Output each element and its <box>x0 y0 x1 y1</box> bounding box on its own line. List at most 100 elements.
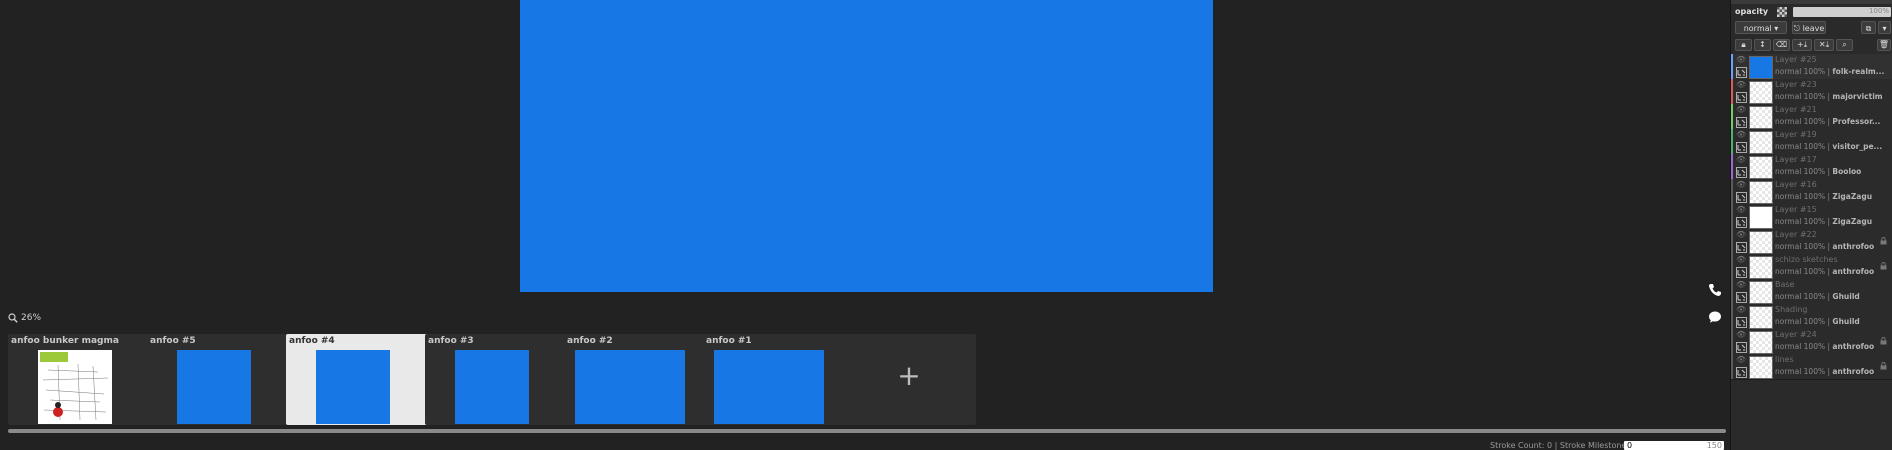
layer-row[interactable]: 👁︎ Layer #21 normal 100% | Professor... <box>1731 104 1892 130</box>
layer-mode: normal 100% | <box>1775 267 1831 276</box>
zoom-indicator[interactable]: 26% <box>8 313 41 323</box>
eye-icon[interactable]: 👁︎ <box>1736 356 1746 364</box>
layer-name: Layer #19 <box>1775 130 1817 139</box>
eye-icon[interactable]: 👁︎ <box>1736 106 1746 114</box>
eraser-icon: ⌫ <box>1775 40 1788 49</box>
layer-mode: normal 100% | <box>1775 67 1831 76</box>
lock-layer-button[interactable]: 🔒︎ <box>1735 39 1752 51</box>
layer-row[interactable]: 👁︎ Layer #24 normal 100% | anthrofoo <box>1731 329 1892 355</box>
eye-icon[interactable]: 👁︎ <box>1736 281 1746 289</box>
frame-title: anfoo #3 <box>428 336 474 346</box>
eye-icon[interactable]: 👁︎ <box>1736 181 1746 189</box>
frame-thumbnail <box>316 350 390 424</box>
delete-layer-button[interactable]: 🗑︎ <box>1877 39 1891 51</box>
layer-row[interactable]: 👁︎ Layer #16 normal 100% | ZigaZagu <box>1731 179 1892 205</box>
layer-clip-icon[interactable] <box>1736 67 1747 78</box>
lock-icon: 🔒︎ <box>1741 40 1746 49</box>
phone-icon[interactable] <box>1708 283 1722 297</box>
layer-color-tag <box>1731 154 1733 179</box>
layer-meta: normal 100% | Booloo <box>1775 167 1861 176</box>
blend-mode-select[interactable]: normal ▾ <box>1735 21 1787 34</box>
layer-meta: normal 100% | anthrofoo <box>1775 342 1874 351</box>
frame-thumbnail <box>38 350 112 424</box>
frame-title: anfoo #5 <box>150 336 196 346</box>
layer-row[interactable]: 👁︎ Shading normal 100% | Ghuild <box>1731 304 1892 330</box>
eye-icon[interactable]: 👁︎ <box>1736 81 1746 89</box>
eye-icon[interactable]: 👁︎ <box>1736 331 1746 339</box>
layer-clip-icon[interactable] <box>1736 292 1747 303</box>
frame-thumbnail <box>714 350 824 424</box>
search-layer-button[interactable]: ⌕ <box>1836 39 1853 51</box>
frame-title: anfoo #4 <box>289 336 335 346</box>
layer-row[interactable]: 👁︎ Layer #22 normal 100% | anthrofoo <box>1731 229 1892 255</box>
canvas-workspace[interactable]: 26% anfoo bunker magma anfoo #5 anfoo #4… <box>0 0 1730 450</box>
layer-row[interactable]: 👁︎ schizo sketches normal 100% | anthrofoo <box>1731 254 1892 280</box>
layer-mode: normal 100% | <box>1775 167 1831 176</box>
layer-row[interactable]: 👁︎ Layer #23 normal 100% | majorvictim <box>1731 79 1892 105</box>
lock-icon[interactable] <box>1880 237 1887 245</box>
layer-clip-icon[interactable] <box>1736 192 1747 203</box>
layer-author: visitor_pe... <box>1832 142 1883 151</box>
layer-clip-icon[interactable] <box>1736 92 1747 103</box>
layer-row[interactable]: 👁︎ Layer #19 normal 100% | visitor_pe... <box>1731 129 1892 155</box>
layer-mode: normal 100% | <box>1775 117 1831 126</box>
duplicate-layer-button[interactable]: ⧉ <box>1861 21 1876 34</box>
frames-scrollbar[interactable] <box>8 429 1726 433</box>
layer-thumbnail <box>1749 81 1773 104</box>
add-frame-button[interactable]: + <box>842 334 976 425</box>
lock-icon[interactable] <box>1880 337 1887 345</box>
layer-row[interactable]: 👁︎ Layer #15 normal 100% | ZigaZagu <box>1731 204 1892 230</box>
layer-clip-icon[interactable] <box>1736 367 1747 378</box>
layer-meta: normal 100% | ZigaZagu <box>1775 217 1872 226</box>
layer-author: ZigaZagu <box>1832 192 1873 201</box>
lock-icon[interactable] <box>1880 362 1887 370</box>
split-layer-button[interactable]: ✕⤓ <box>1814 39 1834 51</box>
layer-meta: normal 100% | majorvictim <box>1775 92 1883 101</box>
eye-icon[interactable]: 👁︎ <box>1736 56 1746 64</box>
status-separator: | <box>1554 441 1558 450</box>
move-vertical-icon: ↕ <box>1759 40 1766 49</box>
layer-clip-icon[interactable] <box>1736 342 1747 353</box>
frame-thumbnail <box>455 350 529 424</box>
opacity-slider[interactable]: 100% <box>1793 7 1891 17</box>
layer-options-button[interactable]: ▾ <box>1878 21 1891 34</box>
lock-icon[interactable] <box>1880 262 1887 270</box>
layer-clip-icon[interactable] <box>1736 142 1747 153</box>
transparency-checker-icon[interactable] <box>1777 7 1787 17</box>
eye-icon[interactable]: 👁︎ <box>1736 256 1746 264</box>
stroke-milestone-field[interactable]: 0 150 <box>1624 441 1724 450</box>
layer-color-tag <box>1731 304 1733 329</box>
layer-author: Professor... <box>1832 117 1881 126</box>
layer-row[interactable]: 👁︎ Layer #25 normal 100% | folk-realm... <box>1731 54 1892 80</box>
layer-author: anthrofoo <box>1832 342 1875 351</box>
eye-icon[interactable]: 👁︎ <box>1736 131 1746 139</box>
layer-clip-icon[interactable] <box>1736 317 1747 328</box>
milestone-max: 150 <box>1706 441 1722 450</box>
erase-layer-button[interactable]: ⌫ <box>1773 39 1790 51</box>
eye-icon[interactable]: 👁︎ <box>1736 206 1746 214</box>
layer-thumbnail <box>1749 106 1773 129</box>
leave-button[interactable]: ⎋ leave <box>1792 21 1826 34</box>
layer-mode: normal 100% | <box>1775 292 1831 301</box>
eye-icon[interactable]: 👁︎ <box>1736 306 1746 314</box>
chat-icon[interactable] <box>1708 310 1722 324</box>
merge-down-button[interactable]: +⤓ <box>1792 39 1812 51</box>
drawing-canvas[interactable] <box>520 0 1213 292</box>
eye-icon[interactable]: 👁︎ <box>1736 231 1746 239</box>
layer-clip-icon[interactable] <box>1736 242 1747 253</box>
layer-row[interactable]: 👁︎ lines normal 100% | anthrofoo <box>1731 354 1892 380</box>
stroke-count: Stroke Count: 0 <box>1490 441 1553 450</box>
merge-icon: +⤓ <box>1796 40 1808 49</box>
layer-clip-icon[interactable] <box>1736 217 1747 228</box>
layer-color-tag <box>1731 79 1733 104</box>
layer-row[interactable]: 👁︎ Base normal 100% | Ghuild <box>1731 279 1892 305</box>
layer-name: Layer #21 <box>1775 105 1817 114</box>
move-layer-button[interactable]: ↕ <box>1754 39 1771 51</box>
layer-row[interactable]: 👁︎ Layer #17 normal 100% | Booloo <box>1731 154 1892 180</box>
layer-clip-icon[interactable] <box>1736 117 1747 128</box>
eye-icon[interactable]: 👁︎ <box>1736 156 1746 164</box>
layer-mode: normal 100% | <box>1775 367 1831 376</box>
layer-clip-icon[interactable] <box>1736 167 1747 178</box>
layer-meta: normal 100% | folk-realm... <box>1775 67 1884 76</box>
layer-clip-icon[interactable] <box>1736 267 1747 278</box>
